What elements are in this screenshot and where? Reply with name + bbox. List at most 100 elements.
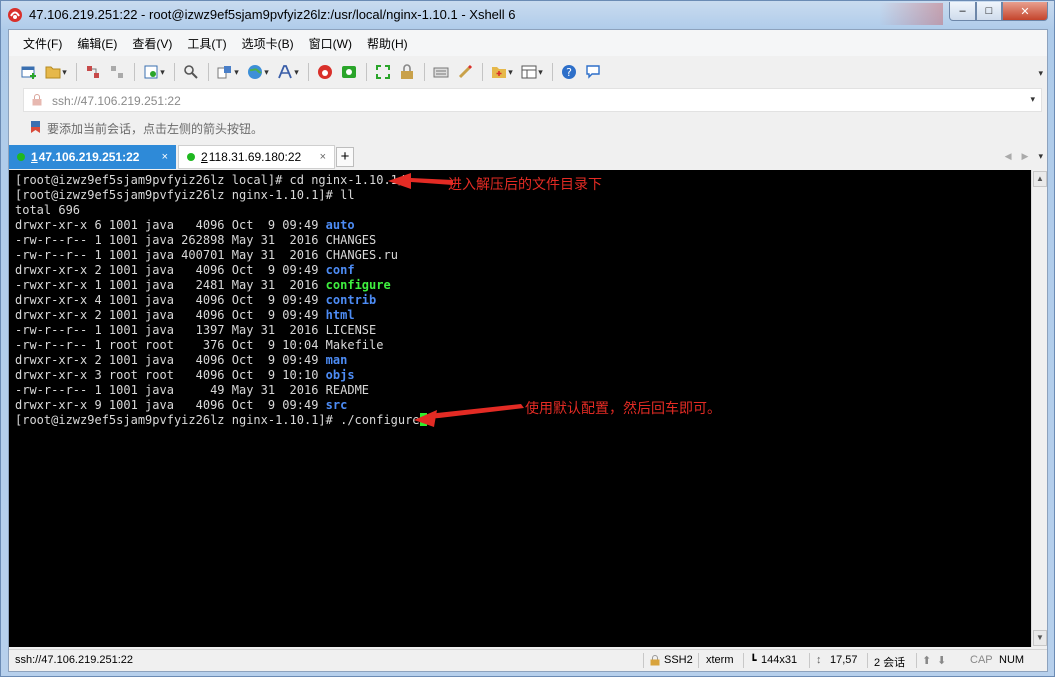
- menu-tools[interactable]: 工具(T): [187, 35, 226, 52]
- terminal[interactable]: [root@izwz9ef5sjam9pvfyiz26lz local]# cd…: [9, 170, 1031, 647]
- tab-next-icon[interactable]: ▶: [1022, 151, 1029, 162]
- terminal-scrollbar[interactable]: ▲ ▼: [1031, 170, 1047, 647]
- scroll-down-icon[interactable]: ▼: [1033, 630, 1047, 646]
- annotation-arrow-2-head: [414, 410, 437, 427]
- status-separator: [809, 653, 810, 668]
- status-separator: [867, 653, 868, 668]
- size-icon: ┗: [750, 654, 757, 667]
- menu-bar: 文件(F) 编辑(E) 查看(V) 工具(T) 选项卡(B) 窗口(W) 帮助(…: [9, 30, 1047, 56]
- status-separator: [743, 653, 744, 668]
- address-input[interactable]: ssh://47.106.219.251:22: [52, 94, 181, 108]
- status-separator: [698, 653, 699, 668]
- find-icon[interactable]: [181, 62, 201, 82]
- status-cursor: 17,57: [830, 654, 858, 666]
- status-connection: ssh://47.106.219.251:22: [15, 654, 133, 666]
- menu-help[interactable]: 帮助(H): [367, 35, 408, 52]
- help-icon[interactable]: ?: [559, 62, 579, 82]
- disconnect-icon[interactable]: [107, 62, 127, 82]
- svg-text:?: ?: [566, 66, 572, 79]
- address-bar[interactable]: ssh://47.106.219.251:22 ▾: [23, 88, 1042, 112]
- keyboard-icon[interactable]: [431, 62, 451, 82]
- status-separator: [643, 653, 644, 668]
- status-protocol: SSH2: [664, 654, 693, 666]
- annotation-arrows: [9, 170, 1031, 647]
- toolbar-overflow-icon[interactable]: ▾: [1038, 68, 1043, 79]
- toolbar-separator: [308, 63, 309, 81]
- annotation-arrow-1-head: [388, 173, 411, 189]
- tab-label: 118.31.69.180:22: [209, 150, 302, 164]
- tab-bar: 1 47.106.219.251:22 × 2 118.31.69.180:22…: [9, 145, 1047, 169]
- maximize-button[interactable]: □: [976, 2, 1002, 21]
- scroll-up-icon[interactable]: ▲: [1033, 171, 1047, 187]
- client-area: 文件(F) 编辑(E) 查看(V) 工具(T) 选项卡(B) 窗口(W) 帮助(…: [8, 29, 1048, 672]
- toolbar-separator: [552, 63, 553, 81]
- cursor-position-icon: ↕: [816, 654, 822, 666]
- status-size: 144x31: [761, 654, 797, 666]
- toolbar-separator: [174, 63, 175, 81]
- status-caps: CAP: [970, 654, 993, 666]
- close-tab-icon[interactable]: ×: [162, 151, 168, 163]
- address-dropdown-icon[interactable]: ▾: [1030, 94, 1035, 105]
- menu-tabs[interactable]: 选项卡(B): [242, 35, 294, 52]
- layout-icon[interactable]: [519, 62, 545, 82]
- menu-edit[interactable]: 编辑(E): [77, 35, 117, 52]
- transfer-icon[interactable]: [215, 62, 241, 82]
- tab-number: 2: [201, 150, 208, 164]
- annotation-note-2: 使用默认配置，然后回车即可。: [525, 398, 721, 418]
- tab-list-icon[interactable]: ▾: [1038, 151, 1043, 162]
- session-up-icon[interactable]: ⬆: [922, 654, 931, 667]
- connected-status-icon: [17, 153, 25, 161]
- globe-icon[interactable]: [245, 62, 271, 82]
- tab-number: 1: [31, 150, 38, 164]
- tab-session-1[interactable]: 1 47.106.219.251:22 ×: [9, 145, 176, 169]
- properties-icon[interactable]: [141, 62, 167, 82]
- menu-window[interactable]: 窗口(W): [309, 35, 352, 52]
- xshell-icon[interactable]: [315, 62, 335, 82]
- tab-label: 47.106.219.251:22: [39, 150, 140, 164]
- xftp-icon[interactable]: [339, 62, 359, 82]
- open-folder-icon[interactable]: [43, 62, 69, 82]
- toolbar-separator: [366, 63, 367, 81]
- annotation-note-1: 进入解压后的文件目录下: [448, 174, 602, 194]
- toolbar-separator: [424, 63, 425, 81]
- close-tab-icon[interactable]: ×: [320, 151, 326, 163]
- status-term: xterm: [706, 654, 734, 666]
- window-title: 47.106.219.251:22 - root@izwz9ef5sjam9pv…: [29, 7, 516, 22]
- toolbar: ? ▾: [9, 58, 1047, 86]
- menu-view[interactable]: 查看(V): [132, 35, 172, 52]
- xshell-window: 47.106.219.251:22 - root@izwz9ef5sjam9pv…: [0, 0, 1055, 677]
- title-decoration: [879, 3, 943, 25]
- status-bar: ssh://47.106.219.251:22 SSH2 xterm ┗ 144…: [9, 649, 1047, 671]
- add-tab-button[interactable]: +: [336, 147, 354, 167]
- new-tab-icon[interactable]: [489, 62, 515, 82]
- font-icon[interactable]: [275, 62, 301, 82]
- toolbar-separator: [76, 63, 77, 81]
- script-icon[interactable]: [455, 62, 475, 82]
- reconnect-icon[interactable]: [83, 62, 103, 82]
- tab-navigation: ◀ ▶ ▾: [1005, 151, 1043, 162]
- connected-status-icon: [187, 153, 195, 161]
- close-button[interactable]: ✕: [1002, 2, 1048, 21]
- status-separator: [916, 653, 917, 668]
- lock-icon[interactable]: [397, 62, 417, 82]
- toolbar-separator: [208, 63, 209, 81]
- hint-text: 要添加当前会话，点击左侧的箭头按钮。: [47, 120, 263, 137]
- tab-prev-icon[interactable]: ◀: [1005, 151, 1012, 162]
- lock-icon: [32, 94, 42, 106]
- status-sessions: 2 会话: [874, 654, 905, 670]
- toolbar-separator: [482, 63, 483, 81]
- tab-session-2[interactable]: 2 118.31.69.180:22 ×: [178, 145, 335, 169]
- minimize-button[interactable]: –: [949, 2, 976, 21]
- toolbar-separator: [134, 63, 135, 81]
- session-down-icon[interactable]: ⬇: [937, 654, 946, 667]
- chat-icon[interactable]: [583, 62, 603, 82]
- title-bar[interactable]: 47.106.219.251:22 - root@izwz9ef5sjam9pv…: [1, 1, 1054, 29]
- status-num: NUM: [999, 654, 1024, 666]
- menu-file[interactable]: 文件(F): [23, 35, 62, 52]
- add-session-arrow-icon[interactable]: [29, 120, 43, 134]
- new-session-icon[interactable]: [19, 62, 39, 82]
- session-hint-bar: 要添加当前会话，点击左侧的箭头按钮。: [23, 116, 1042, 138]
- xshell-app-icon: [7, 7, 23, 23]
- lock-icon: [650, 655, 660, 666]
- fullscreen-icon[interactable]: [373, 62, 393, 82]
